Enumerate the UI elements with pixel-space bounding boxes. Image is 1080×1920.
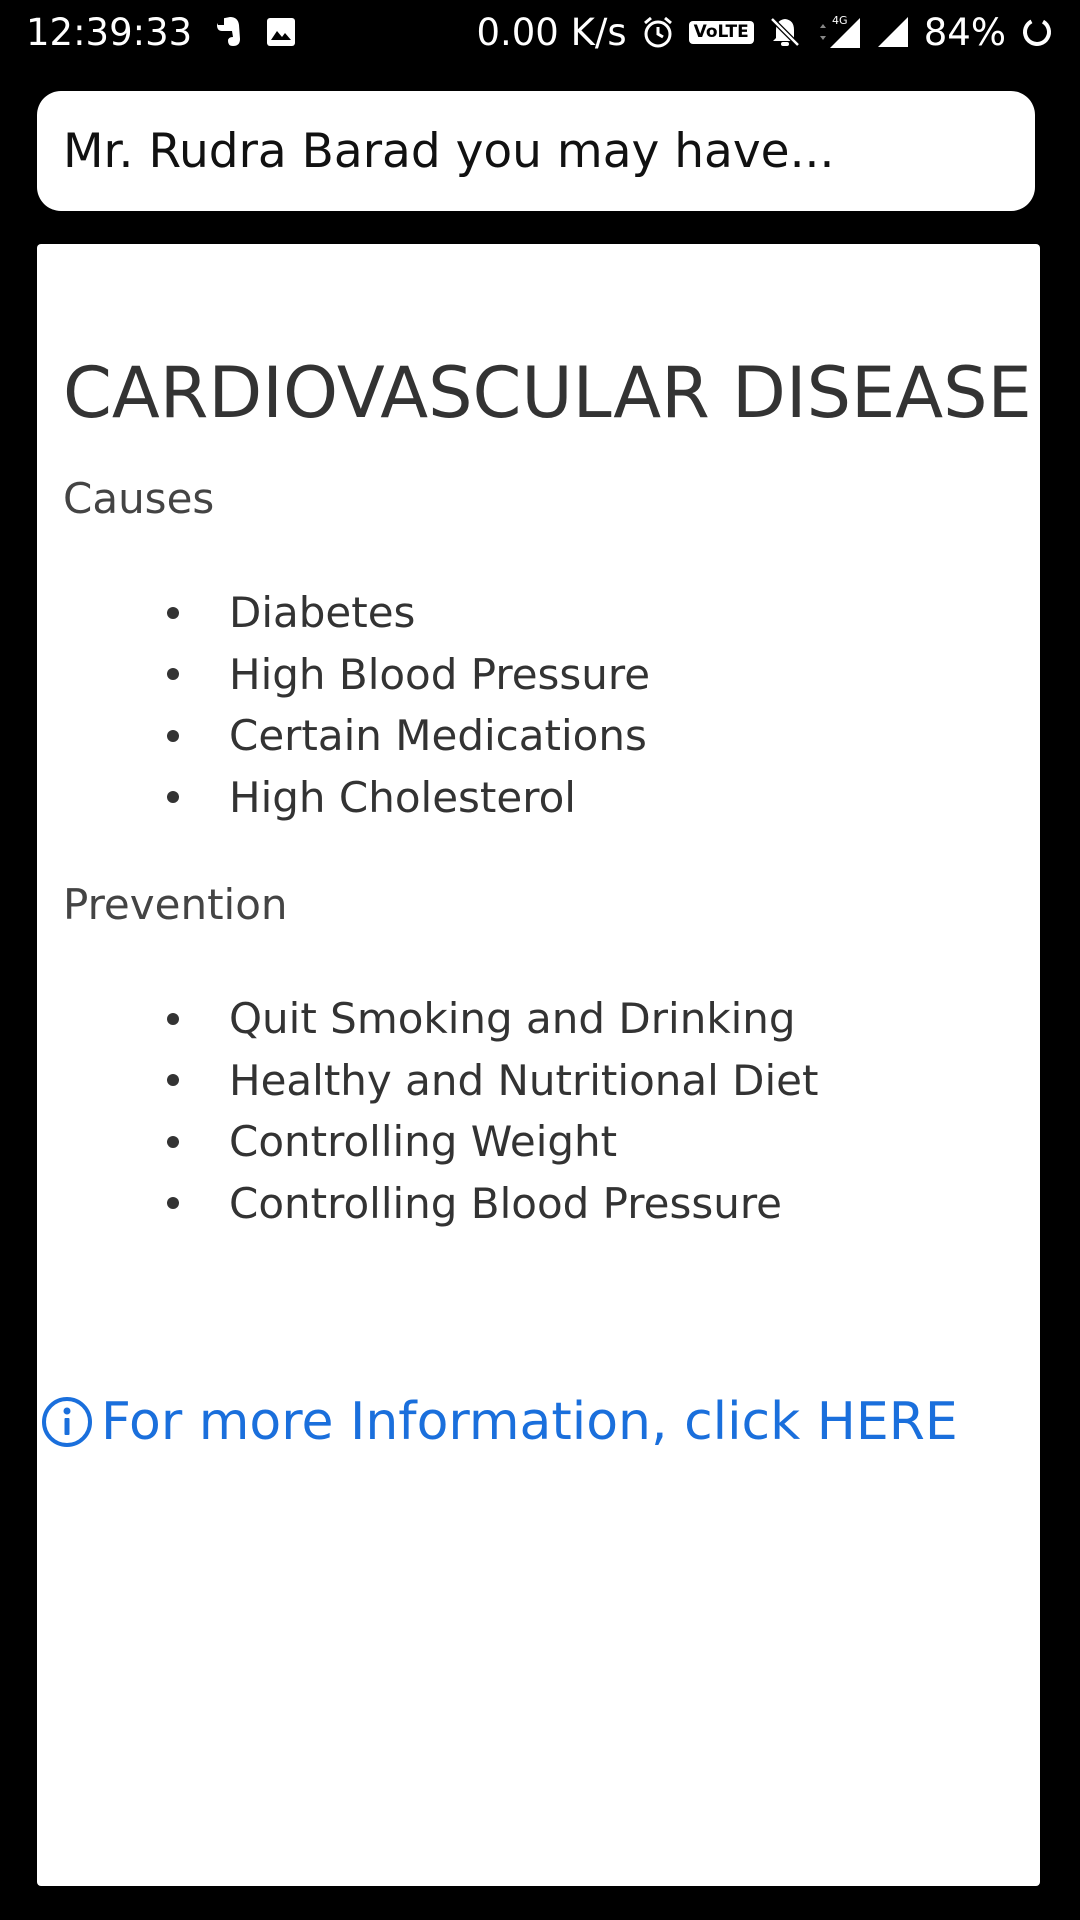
cause-label: Diabetes — [229, 588, 416, 638]
list-item: Healthy and Nutritional Diet — [127, 1050, 818, 1112]
network-speed: 0.00 K/s — [476, 10, 627, 54]
content-card: CARDIOVASCULAR DISEASE Causes Diabetes H… — [37, 244, 1040, 1886]
list-item: Certain Medications — [127, 705, 650, 767]
list-item: Diabetes — [127, 582, 650, 644]
list-item: Quit Smoking and Drinking — [127, 988, 818, 1050]
prevention-label: Healthy and Nutritional Diet — [229, 1055, 819, 1105]
bullet-icon — [167, 606, 179, 619]
disease-title: CARDIOVASCULAR DISEASE — [63, 352, 1032, 434]
cause-label: High Cholesterol — [229, 772, 576, 822]
header-title: Mr. Rudra Barad you may have... — [63, 123, 835, 179]
list-item: High Cholesterol — [127, 767, 650, 829]
prevention-label: Quit Smoking and Drinking — [229, 994, 796, 1044]
list-item: Controlling Blood Pressure — [127, 1173, 818, 1235]
list-item: Controlling Weight — [127, 1111, 818, 1173]
evernote-icon — [214, 15, 244, 49]
causes-heading: Causes — [63, 474, 215, 523]
status-bar-left: 12:39:33 — [26, 11, 318, 54]
signal-4g-icon: 4G — [816, 14, 862, 50]
status-time: 12:39:33 — [26, 10, 193, 54]
battery-ring-icon — [1020, 15, 1054, 49]
bullet-icon — [167, 1135, 179, 1148]
image-icon — [266, 17, 296, 47]
signal-icon — [876, 15, 910, 49]
prevention-heading: Prevention — [63, 880, 288, 929]
prevention-label: Controlling Blood Pressure — [229, 1178, 783, 1228]
battery-level: 84% — [923, 10, 1006, 54]
header-card: Mr. Rudra Barad you may have... — [37, 91, 1035, 211]
bullet-icon — [167, 1197, 179, 1210]
list-item: High Blood Pressure — [127, 644, 650, 706]
volte-icon: VoLTE — [688, 20, 754, 44]
causes-list: Diabetes High Blood Pressure Certain Med… — [127, 582, 650, 828]
bullet-icon — [167, 1012, 179, 1025]
info-icon — [42, 1397, 92, 1447]
more-info-label[interactable]: For more Information, click HERE — [101, 1392, 958, 1452]
status-bar-right: 0.00 K/s VoLTE 4G 84% — [462, 11, 1054, 54]
prevention-label: Controlling Weight — [229, 1117, 618, 1167]
bullet-icon — [167, 1074, 179, 1087]
cause-label: Certain Medications — [229, 711, 647, 761]
status-bar: 12:39:33 0.00 K/s VoLTE 4G 84% — [0, 0, 1080, 64]
more-info-link[interactable]: For more Information, click HERE — [41, 1392, 958, 1452]
svg-text:4G: 4G — [832, 14, 848, 27]
notifications-off-icon — [768, 15, 802, 49]
prevention-list: Quit Smoking and Drinking Healthy and Nu… — [127, 988, 818, 1234]
bullet-icon — [167, 791, 179, 804]
bullet-icon — [167, 668, 179, 681]
cause-label: High Blood Pressure — [229, 649, 651, 699]
alarm-icon — [641, 15, 675, 49]
bullet-icon — [167, 729, 179, 742]
